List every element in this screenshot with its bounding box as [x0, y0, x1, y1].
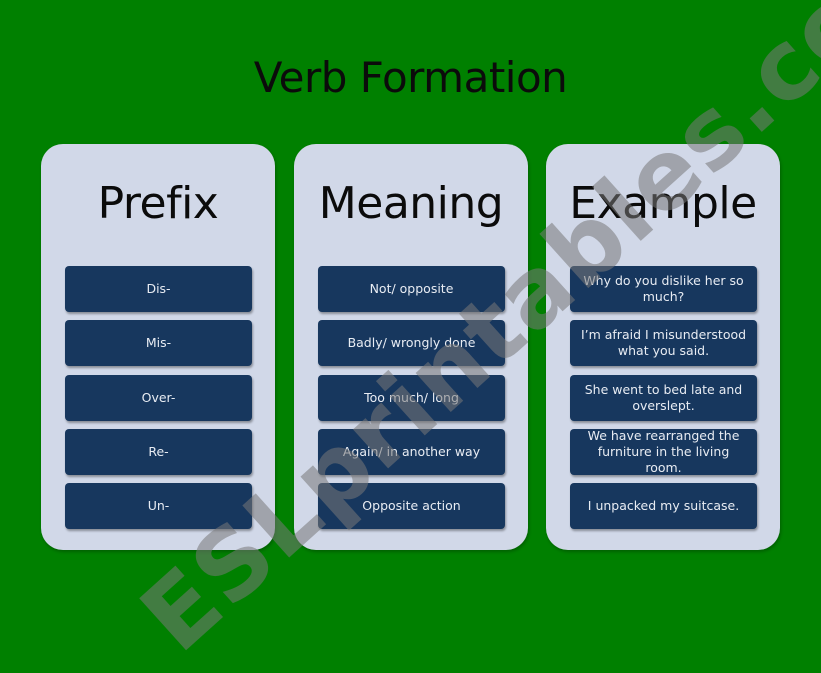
example-panel: Example Why do you dislike her so much? … — [546, 144, 780, 550]
prefix-cell: Un- — [65, 483, 252, 530]
meaning-heading: Meaning — [318, 178, 504, 229]
meaning-cell: Too much/ long — [318, 374, 505, 421]
prefix-cell: Re- — [65, 428, 252, 475]
prefix-cell: Over- — [65, 374, 252, 421]
slide-title: Verb Formation — [253, 53, 568, 102]
meaning-cell: Badly/ wrongly done — [318, 320, 505, 367]
meaning-cell: Opposite action — [318, 483, 505, 530]
prefix-panel: Prefix Dis- Mis- Over- Re- Un- — [41, 144, 275, 550]
prefix-heading: Prefix — [97, 178, 219, 229]
example-cell: She went to bed late and overslept. — [570, 374, 757, 421]
meaning-panel: Meaning Not/ opposite Badly/ wrongly don… — [294, 144, 528, 550]
example-cell: Why do you dislike her so much? — [570, 266, 757, 312]
example-cell: I unpacked my suitcase. — [570, 483, 757, 530]
example-heading: Example — [569, 178, 757, 229]
meaning-cell: Not/ opposite — [318, 266, 505, 312]
prefix-cell: Mis- — [65, 320, 252, 367]
meaning-cell: Again/ in another way — [318, 428, 505, 475]
example-cell: We have rearranged the furniture in the … — [570, 428, 757, 475]
prefix-cell: Dis- — [65, 266, 252, 312]
example-cell: I’m afraid I misunderstood what you said… — [570, 320, 757, 367]
